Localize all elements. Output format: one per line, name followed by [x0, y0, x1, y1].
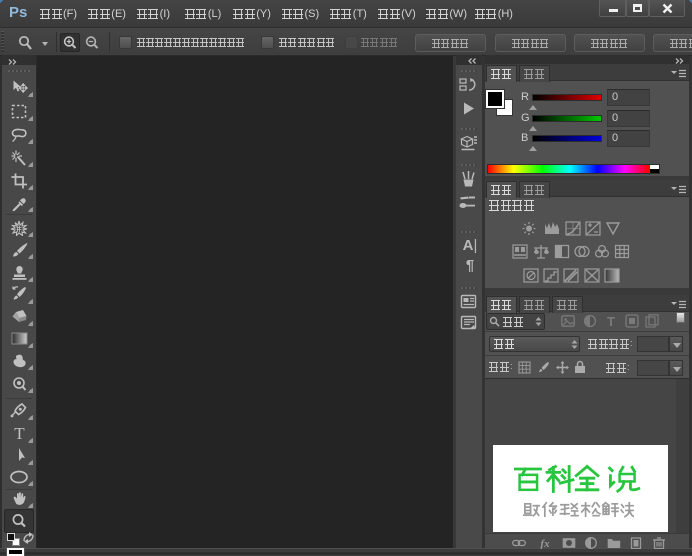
svg-text:fx: fx — [540, 538, 550, 549]
svg-text:T: T — [607, 314, 615, 328]
